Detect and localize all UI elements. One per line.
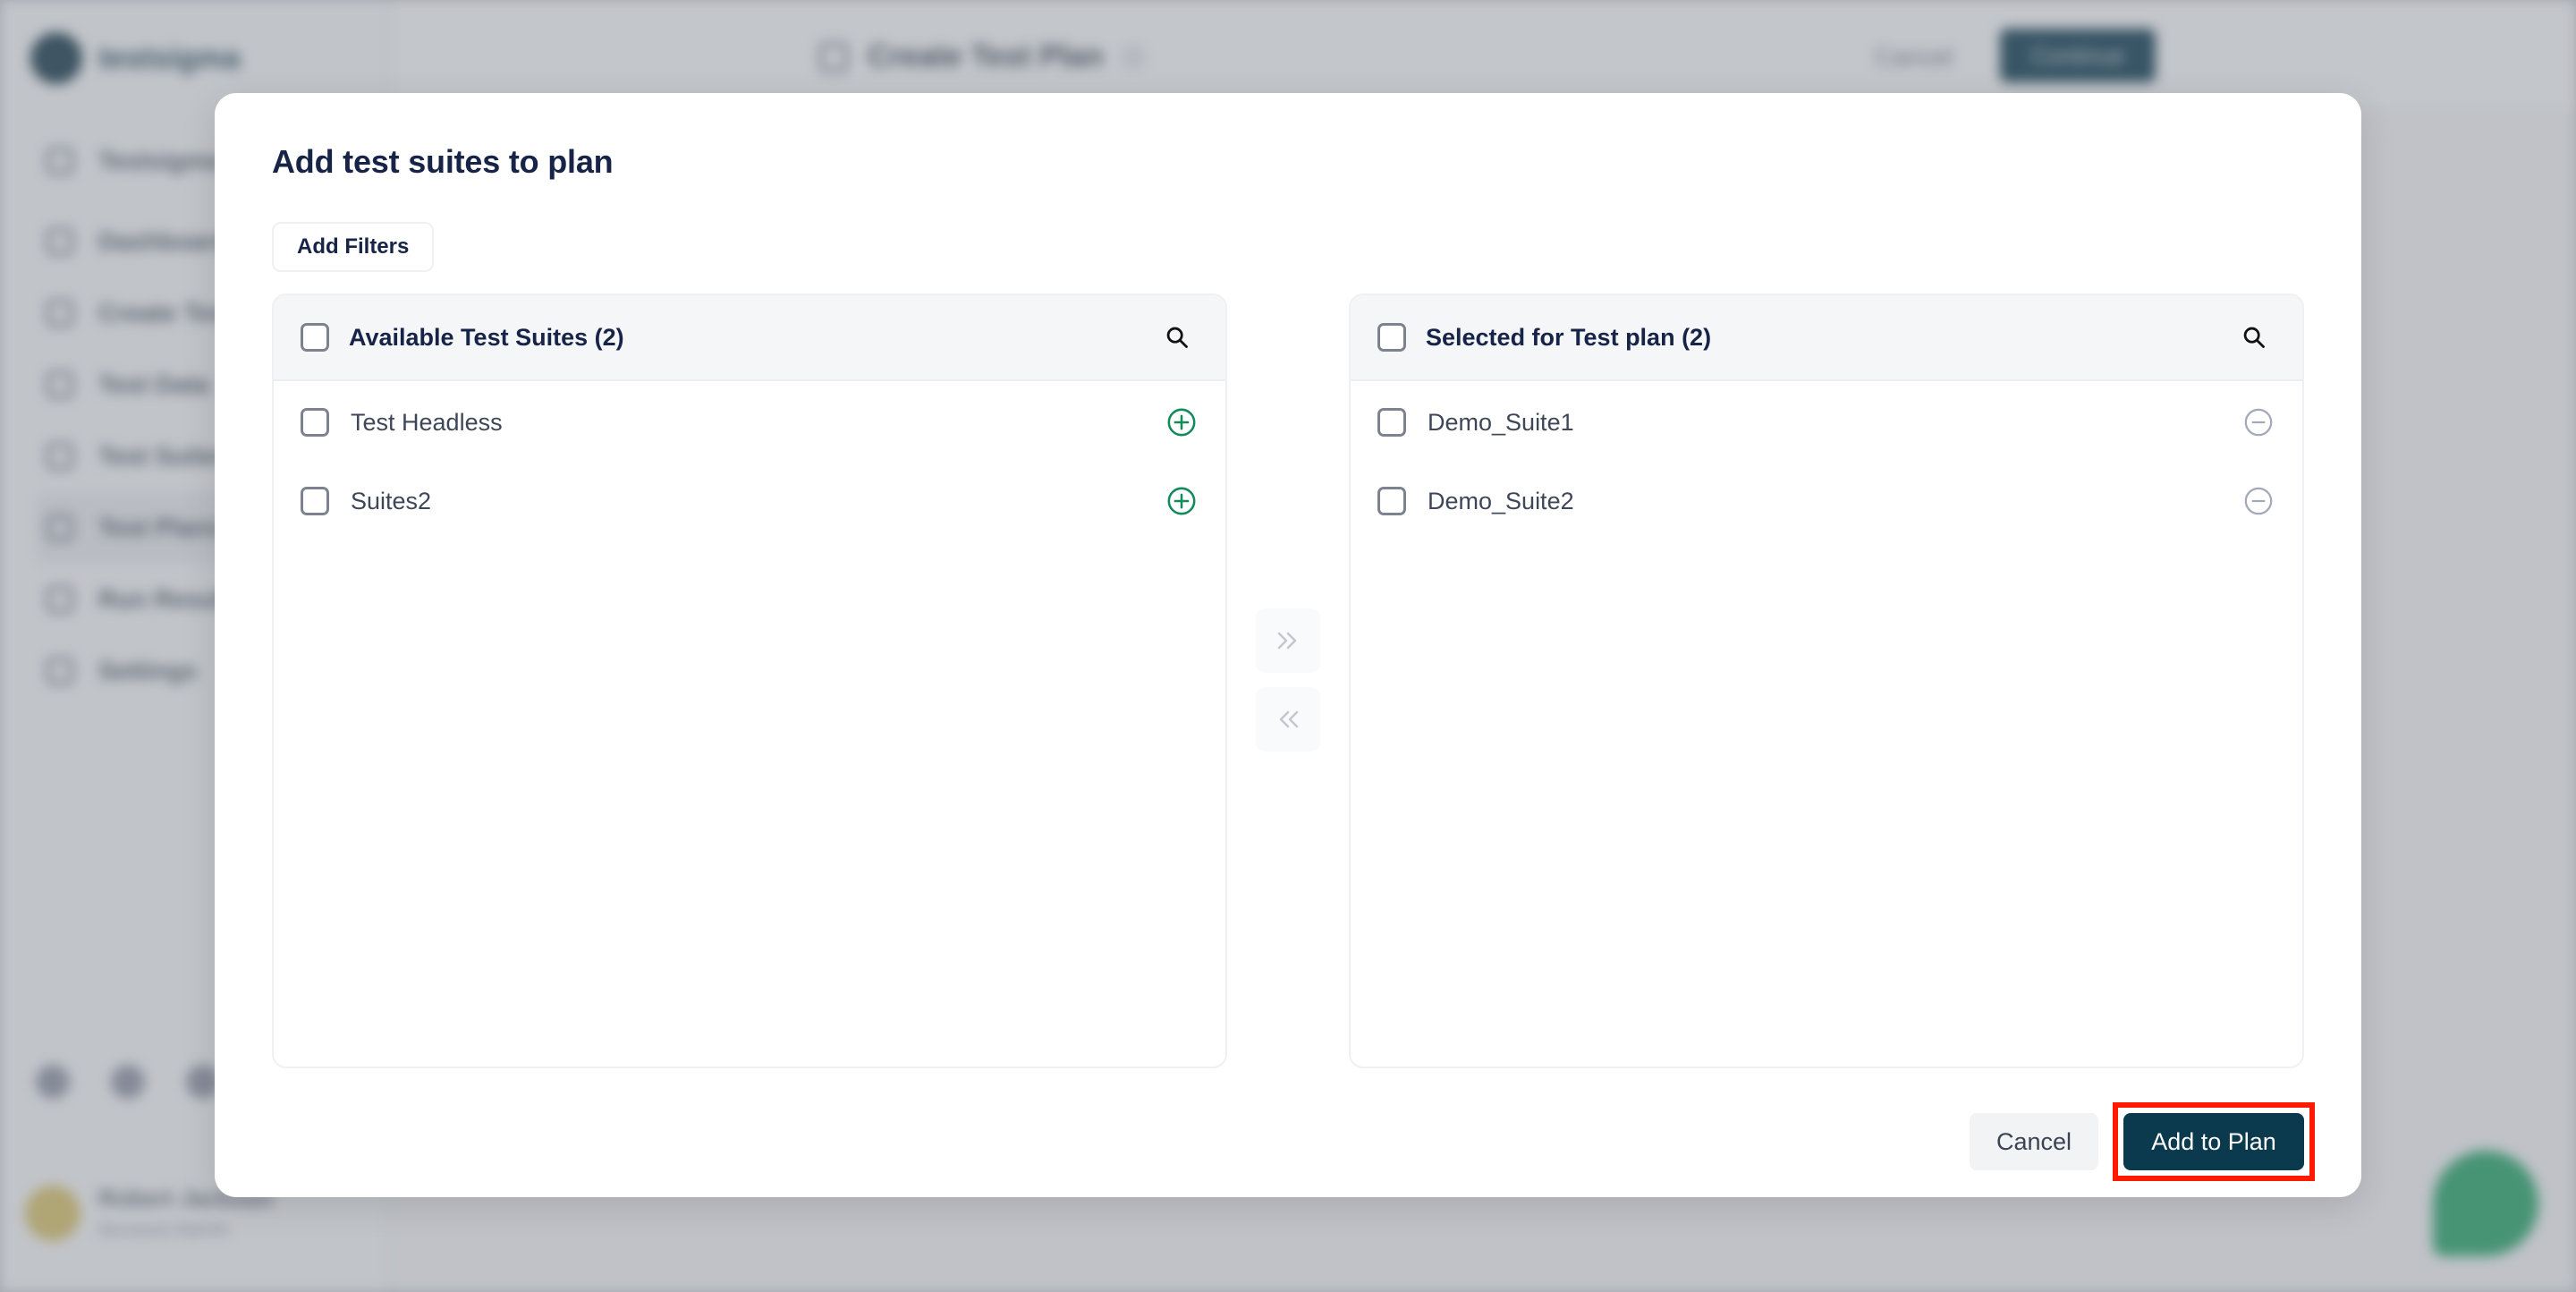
search-icon[interactable] (2236, 319, 2272, 355)
item-checkbox[interactable] (1377, 487, 1406, 515)
list-item: Demo_Suite2 (1351, 462, 2302, 540)
cancel-button[interactable]: Cancel (1970, 1113, 2098, 1170)
remove-circle-icon[interactable] (2241, 405, 2275, 439)
item-checkbox[interactable] (301, 408, 329, 437)
move-right-button[interactable] (1256, 608, 1320, 673)
modal-title: Add test suites to plan (272, 143, 614, 180)
double-chevron-left-icon (1279, 710, 1299, 728)
available-suites-panel: Available Test Suites (2) Test Headless … (272, 293, 1227, 1068)
add-test-suites-modal: Add test suites to plan Add Filters Avai… (215, 93, 2361, 1197)
suite-name: Test Headless (351, 408, 503, 436)
selected-suites-header: Selected for Test plan (2) (1351, 295, 2302, 381)
item-checkbox[interactable] (301, 487, 329, 515)
available-suites-title: Available Test Suites (2) (349, 323, 624, 351)
select-all-selected-checkbox[interactable] (1377, 323, 1406, 352)
list-item: Suites2 (274, 462, 1225, 540)
selected-suites-title: Selected for Test plan (2) (1426, 323, 1712, 351)
suite-name: Demo_Suite1 (1428, 408, 1574, 436)
list-item: Demo_Suite1 (1351, 383, 2302, 462)
select-all-available-checkbox[interactable] (301, 323, 329, 352)
list-item: Test Headless (274, 383, 1225, 462)
available-suites-header: Available Test Suites (2) (274, 295, 1225, 381)
move-left-button[interactable] (1256, 687, 1320, 752)
remove-circle-icon[interactable] (2241, 484, 2275, 518)
add-circle-icon[interactable] (1165, 484, 1199, 518)
item-checkbox[interactable] (1377, 408, 1406, 437)
add-filters-button[interactable]: Add Filters (272, 222, 435, 272)
suite-name: Demo_Suite2 (1428, 487, 1574, 514)
add-circle-icon[interactable] (1165, 405, 1199, 439)
add-to-plan-button[interactable]: Add to Plan (2123, 1113, 2304, 1170)
suite-name: Suites2 (351, 487, 432, 514)
search-icon[interactable] (1159, 319, 1195, 355)
double-chevron-right-icon (1277, 632, 1297, 650)
selected-suites-panel: Selected for Test plan (2) Demo_Suite1 D… (1349, 293, 2304, 1068)
